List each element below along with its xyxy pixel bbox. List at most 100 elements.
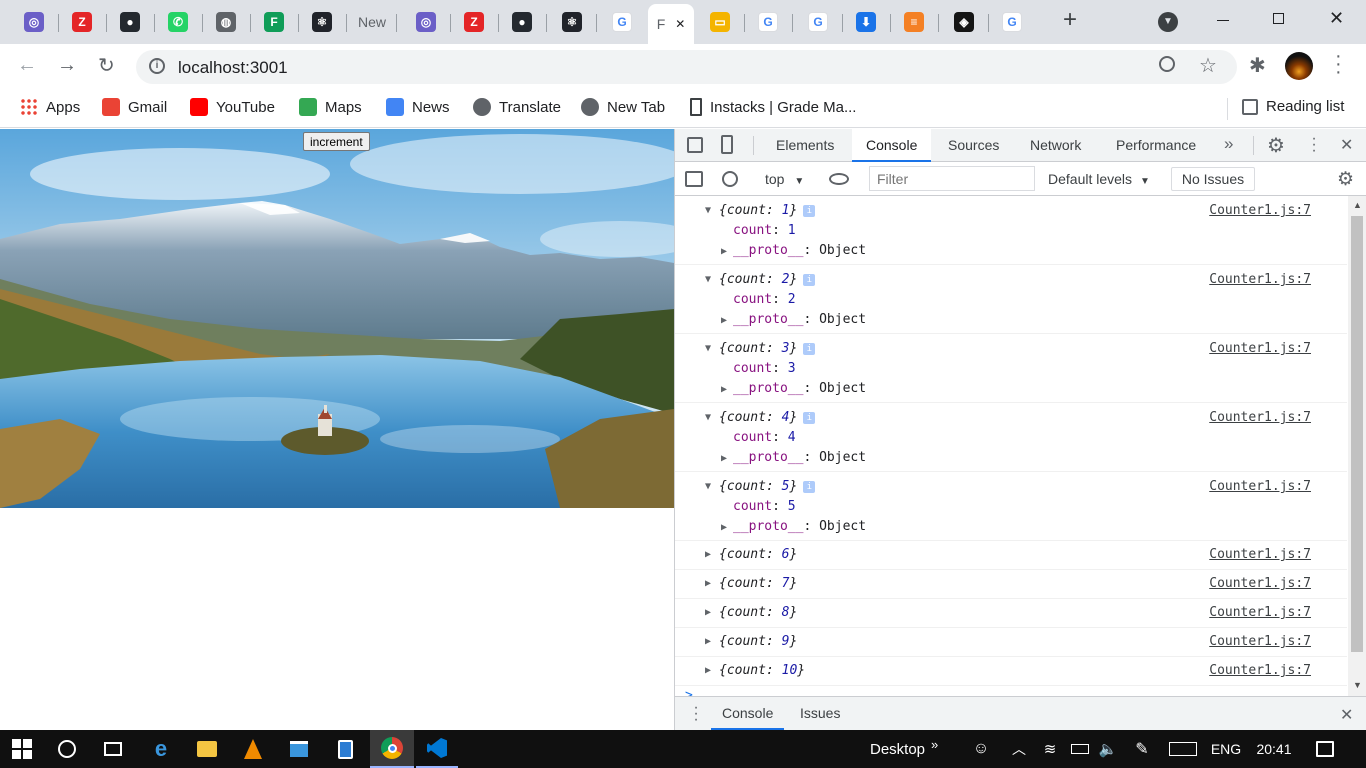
taskbar-vlc[interactable]	[234, 730, 272, 768]
devtools-tab-sources[interactable]: Sources	[948, 137, 999, 153]
browser-tab[interactable]: ✆	[156, 6, 200, 38]
close-window-button[interactable]: ✕	[1329, 8, 1344, 29]
bookmark-star-icon[interactable]: ☆	[1199, 53, 1217, 78]
log-summary-row[interactable]: ▼ {count: 3} i Counter1.js:7	[675, 339, 1347, 359]
console-prompt[interactable]: >	[675, 686, 1347, 696]
back-button[interactable]: ←	[17, 54, 37, 77]
collapsed-triangle-icon[interactable]: ▶	[721, 242, 733, 262]
scrollbar-thumb[interactable]	[1351, 216, 1363, 652]
browser-tab[interactable]: ≡	[892, 6, 936, 38]
drawer-tab-console[interactable]: Console	[711, 697, 785, 730]
proto-row[interactable]: ▶ __proto__: Object	[675, 448, 1347, 468]
clear-console-icon[interactable]	[722, 171, 738, 187]
touch-keyboard-icon[interactable]	[1166, 730, 1200, 768]
browser-tab[interactable]: G	[990, 6, 1034, 38]
live-expression-eye-icon[interactable]	[829, 173, 849, 185]
address-bar[interactable]: i localhost:3001 ☆	[136, 50, 1237, 84]
volume-icon[interactable]: 🔈	[1096, 730, 1120, 768]
browser-tab[interactable]: ◈	[942, 6, 986, 38]
collapsed-triangle-icon[interactable]: ▶	[721, 311, 733, 331]
proto-row[interactable]: ▶ __proto__: Object	[675, 241, 1347, 261]
console-scrollbar[interactable]: ▲ ▼	[1348, 196, 1366, 696]
info-icon[interactable]: i	[803, 411, 816, 424]
desktop-toolbar[interactable]: Desktop »	[870, 730, 960, 768]
inspect-element-icon[interactable]	[687, 137, 703, 153]
info-icon[interactable]: i	[803, 204, 816, 217]
url-text[interactable]: localhost:3001	[178, 58, 288, 78]
bookmark-item[interactable]: Apps	[20, 98, 80, 116]
browser-tab[interactable]: ▭	[698, 6, 742, 38]
show-hidden-icons-icon[interactable]: ︿	[1008, 730, 1030, 768]
browser-tab[interactable]: ◎	[12, 6, 56, 38]
avatar[interactable]	[1285, 52, 1313, 80]
log-summary-row[interactable]: ▶ {count: 9} Counter1.js:7	[675, 632, 1347, 652]
device-toolbar-icon[interactable]	[721, 135, 733, 154]
source-link[interactable]: Counter1.js:7	[1209, 603, 1311, 623]
network-icon[interactable]: ≋	[1038, 730, 1062, 768]
new-tab-button[interactable]: +	[1058, 8, 1082, 33]
collapsed-triangle-icon[interactable]: ▶	[705, 661, 717, 681]
log-summary-row[interactable]: ▶ {count: 6} Counter1.js:7	[675, 545, 1347, 565]
issues-button[interactable]: No Issues	[1171, 167, 1255, 191]
browser-tab[interactable]: G	[746, 6, 790, 38]
show-sidebar-icon[interactable]	[685, 171, 703, 187]
taskbar-vscode[interactable]	[416, 730, 458, 768]
collapsed-triangle-icon[interactable]: ▶	[705, 632, 717, 652]
devtools-settings-icon[interactable]: ⚙	[1267, 133, 1285, 158]
source-link[interactable]: Counter1.js:7	[1209, 339, 1311, 359]
bookmark-item[interactable]: Maps	[299, 98, 362, 116]
scroll-up-icon[interactable]: ▲	[1353, 200, 1362, 210]
collapsed-triangle-icon[interactable]: ▶	[721, 380, 733, 400]
source-link[interactable]: Counter1.js:7	[1209, 270, 1311, 290]
expanded-triangle-icon[interactable]: ▼	[705, 270, 717, 290]
log-summary-row[interactable]: ▶ {count: 7} Counter1.js:7	[675, 574, 1347, 594]
maximize-button[interactable]	[1273, 13, 1284, 24]
close-drawer-icon[interactable]: ✕	[1340, 705, 1353, 725]
browser-tab[interactable]: ⚛	[300, 6, 344, 38]
collapsed-triangle-icon[interactable]: ▶	[721, 449, 733, 469]
browser-tab[interactable]: G	[796, 6, 840, 38]
log-summary-row[interactable]: ▼ {count: 5} i Counter1.js:7	[675, 477, 1347, 497]
action-center-icon[interactable]	[1310, 730, 1340, 768]
browser-tab[interactable]: F ✕	[648, 4, 694, 44]
source-link[interactable]: Counter1.js:7	[1209, 661, 1311, 681]
devtools-tab-network[interactable]: Network	[1030, 137, 1081, 153]
bookmark-item[interactable]: News	[386, 98, 450, 116]
collapsed-triangle-icon[interactable]: ▶	[705, 574, 717, 594]
tab-search-icon[interactable]: ▼	[1158, 12, 1178, 32]
browser-tab[interactable]: G	[600, 6, 644, 38]
pen-workspace-icon[interactable]: ✎	[1130, 730, 1154, 768]
battery-icon[interactable]	[1068, 730, 1092, 768]
task-view-button[interactable]	[94, 730, 132, 768]
info-icon[interactable]: i	[803, 480, 816, 493]
taskbar-store[interactable]	[280, 730, 318, 768]
drawer-tab-issues[interactable]: Issues	[800, 697, 840, 730]
log-summary-row[interactable]: ▶ {count: 8} Counter1.js:7	[675, 603, 1347, 623]
reload-button[interactable]: ↻	[98, 53, 115, 78]
taskbar-notepad[interactable]	[326, 730, 364, 768]
close-devtools-icon[interactable]: ✕	[1340, 135, 1353, 155]
scroll-down-icon[interactable]: ▼	[1353, 680, 1362, 690]
proto-row[interactable]: ▶ __proto__: Object	[675, 379, 1347, 399]
browser-menu-icon[interactable]: · · ·	[1335, 46, 1342, 82]
proto-row[interactable]: ▶ __proto__: Object	[675, 517, 1347, 537]
source-link[interactable]: Counter1.js:7	[1209, 201, 1311, 221]
source-link[interactable]: Counter1.js:7	[1209, 632, 1311, 652]
reading-list-button[interactable]: Reading list	[1242, 98, 1344, 115]
console-settings-icon[interactable]: ⚙	[1337, 168, 1354, 191]
source-link[interactable]: Counter1.js:7	[1209, 574, 1311, 594]
more-tabs-icon[interactable]: »	[1224, 134, 1233, 154]
source-link[interactable]: Counter1.js:7	[1209, 408, 1311, 428]
bookmark-item[interactable]: Instacks | Grade Ma...	[690, 98, 856, 116]
source-link[interactable]: Counter1.js:7	[1209, 477, 1311, 497]
browser-tab[interactable]: New	[350, 6, 394, 38]
close-tab-icon[interactable]: ✕	[675, 17, 685, 31]
forward-button[interactable]: →	[57, 54, 77, 77]
expanded-triangle-icon[interactable]: ▼	[705, 201, 717, 221]
info-icon[interactable]: i	[803, 342, 816, 355]
expanded-triangle-icon[interactable]: ▼	[705, 477, 717, 497]
bookmark-item[interactable]: YouTube	[190, 98, 275, 116]
bookmark-item[interactable]: New Tab	[581, 98, 665, 116]
bookmark-item[interactable]: Gmail	[102, 98, 167, 116]
expanded-triangle-icon[interactable]: ▼	[705, 339, 717, 359]
